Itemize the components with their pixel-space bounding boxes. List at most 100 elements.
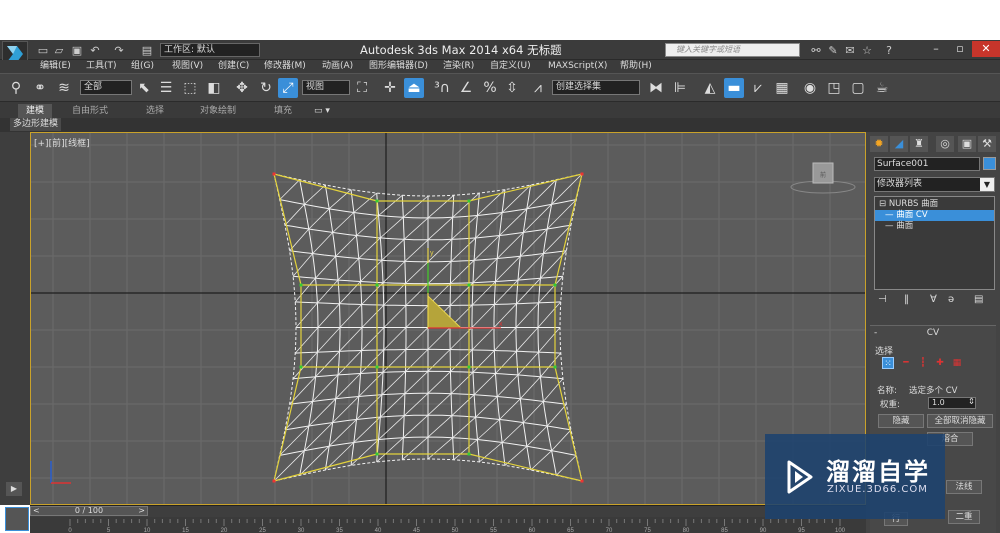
expand-icon[interactable]: ▶ bbox=[6, 482, 22, 496]
move-icon[interactable]: ✥ bbox=[232, 78, 252, 98]
pivot-center-icon[interactable]: ⛶ bbox=[352, 78, 372, 98]
tab-selection[interactable]: 选择 bbox=[146, 104, 164, 118]
align-icon[interactable]: ⊫ bbox=[670, 78, 690, 98]
render-production-icon[interactable]: ☕ bbox=[872, 78, 892, 98]
row-cv-icon[interactable]: ━ bbox=[900, 357, 912, 369]
maximize-button[interactable]: ▫ bbox=[948, 41, 972, 57]
expand-box-icon[interactable]: ⊟ bbox=[879, 199, 889, 209]
new-file-icon[interactable]: ▭ bbox=[36, 44, 50, 58]
row-column-cv-icon[interactable]: ✚ bbox=[934, 357, 946, 369]
show-end-result-icon[interactable]: ‖ bbox=[904, 294, 909, 305]
motion-tab-icon[interactable]: ◎ bbox=[936, 136, 954, 152]
two-button[interactable]: 二重 bbox=[948, 510, 980, 524]
pin-stack-icon[interactable]: ⊣ bbox=[878, 294, 887, 305]
communication-icon[interactable]: ✉ bbox=[843, 44, 857, 58]
select-manipulate-icon[interactable]: ✛ bbox=[380, 78, 400, 98]
schematic-view-icon[interactable]: ▦ bbox=[772, 78, 792, 98]
infocenter-binoculars-icon[interactable]: ⚯ bbox=[808, 44, 824, 58]
rendered-frame-window-icon[interactable]: ▢ bbox=[848, 78, 868, 98]
minimize-button[interactable]: – bbox=[924, 41, 948, 57]
viewport-label[interactable]: [+][前][线框] bbox=[34, 136, 90, 149]
stack-item-surface-cv[interactable]: — 曲面 CV bbox=[875, 210, 994, 221]
selection-filter-dropdown[interactable]: 全部 bbox=[80, 80, 132, 95]
snaps-toggle-icon[interactable]: ³∩ bbox=[432, 78, 452, 98]
menu-maxscript[interactable]: MAXScript(X) bbox=[548, 60, 607, 73]
help-icon[interactable]: ? bbox=[882, 44, 896, 58]
menu-modifiers[interactable]: 修改器(M) bbox=[264, 60, 306, 73]
menu-edit[interactable]: 编辑(E) bbox=[40, 60, 71, 73]
spinner-snap-icon[interactable]: ⇳ bbox=[502, 78, 522, 98]
all-cv-icon[interactable]: ▦ bbox=[951, 357, 963, 369]
time-slider[interactable]: <0 / 100 > bbox=[30, 506, 148, 516]
reference-coordinate-dropdown[interactable]: 视图 bbox=[302, 80, 350, 95]
hide-button[interactable]: 隐藏 bbox=[878, 414, 924, 428]
single-cv-icon[interactable]: ⁙ bbox=[882, 357, 894, 369]
modifier-list-dropdown[interactable]: 修改器列表 bbox=[874, 177, 995, 192]
utilities-tab-icon[interactable]: ⚒ bbox=[978, 136, 996, 152]
keyboard-shortcut-override-icon[interactable]: ⏏ bbox=[404, 78, 424, 98]
menu-create[interactable]: 创建(C) bbox=[218, 60, 249, 73]
spinner-arrows-icon[interactable]: ⇕ bbox=[968, 397, 975, 407]
time-next-icon[interactable]: > bbox=[138, 507, 145, 515]
percent-snap-icon[interactable]: % bbox=[480, 78, 500, 98]
polygon-modeling-tab[interactable]: 多边形建模 bbox=[10, 118, 62, 131]
angle-snap-icon[interactable]: ∠ bbox=[456, 78, 476, 98]
remove-modifier-icon[interactable]: ǝ bbox=[948, 294, 954, 305]
timeline[interactable] bbox=[30, 505, 866, 517]
render-setup-icon[interactable]: ◳ bbox=[824, 78, 844, 98]
object-name-field[interactable]: Surface001 bbox=[874, 157, 980, 171]
named-selection-set-dropdown[interactable]: 创建选择集 bbox=[552, 80, 640, 95]
rotate-icon[interactable]: ↻ bbox=[256, 78, 276, 98]
scale-icon[interactable]: ⤢ bbox=[278, 78, 298, 98]
rollout-title[interactable]: - CV bbox=[870, 328, 996, 339]
menu-customize[interactable]: 自定义(U) bbox=[490, 60, 531, 73]
menu-help[interactable]: 帮助(H) bbox=[620, 60, 652, 73]
time-prev-icon[interactable]: < bbox=[33, 507, 40, 515]
tab-populate[interactable]: 填充 bbox=[274, 104, 292, 118]
tab-freeform[interactable]: 自由形式 bbox=[72, 104, 108, 118]
stack-item-surface[interactable]: — 曲面 bbox=[875, 221, 994, 232]
favorites-star-icon[interactable]: ☆ bbox=[860, 44, 874, 58]
make-unique-icon[interactable]: ∀ bbox=[930, 294, 937, 305]
mirror-icon[interactable]: ⧓ bbox=[646, 78, 666, 98]
unhide-all-button[interactable]: 全部取消隐藏 bbox=[927, 414, 993, 428]
link-icon[interactable]: ⚲ bbox=[6, 78, 26, 98]
subscription-icon[interactable]: ✎ bbox=[826, 44, 840, 58]
edit-named-selection-icon[interactable]: ⩘ bbox=[528, 78, 548, 98]
material-editor-icon[interactable]: ◉ bbox=[800, 78, 820, 98]
column-cv-icon[interactable]: ┇ bbox=[917, 357, 929, 369]
modify-tab-icon[interactable]: ◢ bbox=[890, 136, 908, 152]
close-button[interactable]: ✕ bbox=[972, 41, 1000, 57]
open-file-icon[interactable]: ▱ bbox=[52, 44, 66, 58]
tab-modeling[interactable]: 建模 bbox=[18, 104, 53, 118]
key-mode-icon[interactable] bbox=[5, 507, 29, 531]
hierarchy-tab-icon[interactable]: ♜ bbox=[910, 136, 928, 152]
object-color-swatch[interactable] bbox=[983, 157, 996, 170]
menu-view[interactable]: 视图(V) bbox=[172, 60, 203, 73]
workspace-dropdown[interactable]: 工作区: 默认 bbox=[160, 43, 260, 57]
menu-rendering[interactable]: 渲染(R) bbox=[443, 60, 474, 73]
layer-manager-icon[interactable]: ◭ bbox=[700, 78, 720, 98]
undo-icon[interactable]: ↶ bbox=[88, 44, 102, 58]
select-by-name-icon[interactable]: ☰ bbox=[156, 78, 176, 98]
rectangular-selection-icon[interactable]: ⬚ bbox=[180, 78, 200, 98]
redo-icon[interactable]: ↷ bbox=[112, 44, 126, 58]
unlink-icon[interactable]: ⚭ bbox=[30, 78, 50, 98]
menu-animation[interactable]: 动画(A) bbox=[322, 60, 353, 73]
save-icon[interactable]: ▣ bbox=[70, 44, 84, 58]
configure-sets-icon[interactable]: ▤ bbox=[974, 294, 983, 305]
window-crossing-icon[interactable]: ◧ bbox=[204, 78, 224, 98]
menu-tools[interactable]: 工具(T) bbox=[86, 60, 117, 73]
search-input[interactable]: 键入关键字或短语 bbox=[665, 43, 800, 57]
menu-graph-editors[interactable]: 图形编辑器(D) bbox=[369, 60, 428, 73]
tab-object-paint[interactable]: 对象绘制 bbox=[200, 104, 236, 118]
graphite-toolbar-icon[interactable]: ▬ bbox=[724, 78, 744, 98]
display-tab-icon[interactable]: ▣ bbox=[958, 136, 976, 152]
track-bar[interactable]: 0 5 10 15 20 25 30 35 40 45 50 55 60 65 70 75 80 85 90 95 10… bbox=[30, 517, 866, 533]
ribbon-options-icon[interactable]: ▭ ▾ bbox=[314, 104, 330, 118]
viewport-front[interactable]: 前 y x bbox=[30, 132, 866, 505]
create-tab-icon[interactable]: ✹ bbox=[870, 136, 888, 152]
project-folder-icon[interactable]: ▤ bbox=[140, 44, 154, 58]
stack-item-nurbs-surface[interactable]: ⊟ NURBS 曲面 bbox=[875, 199, 994, 210]
bind-spacewarp-icon[interactable]: ≋ bbox=[54, 78, 74, 98]
